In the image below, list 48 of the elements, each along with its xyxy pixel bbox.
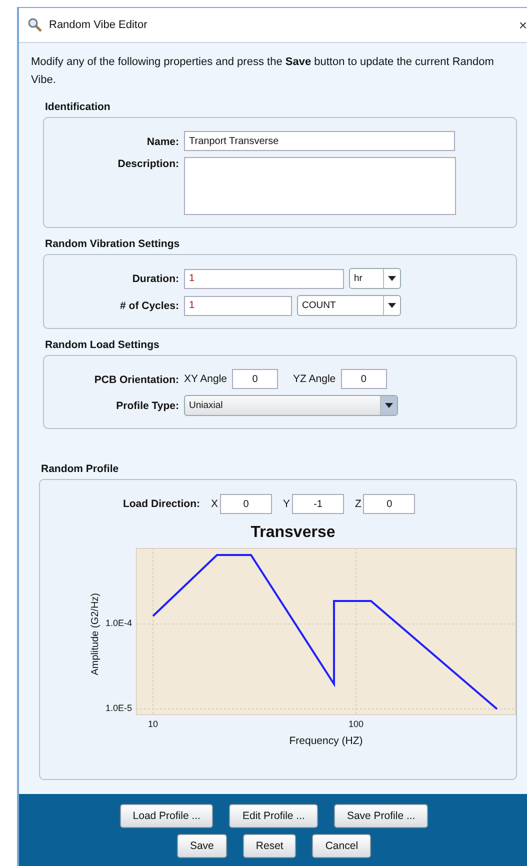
caret-icon [385,403,393,408]
unit-dropdown[interactable]: hr [349,268,401,289]
axis-label: Z [355,498,362,510]
profile-button[interactable]: Load Profile ... [120,804,214,828]
description-field[interactable] [184,157,456,215]
direction-field[interactable]: -1 [292,494,344,514]
profile-button[interactable]: Edit Profile ... [229,804,318,828]
direction-field[interactable]: 0 [220,494,272,514]
direction-field[interactable]: 0 [363,494,416,514]
angle-field[interactable]: 0 [232,369,278,389]
caret-icon [388,276,396,281]
dialog-button[interactable]: Reset [242,834,296,858]
axis-title: Amplitude (G2/Hz) [90,593,101,676]
field-label: Description: [116,157,179,170]
dialog-button[interactable]: Save [176,834,227,858]
section-title: Random Profile [41,463,120,475]
cycles-field[interactable]: 1 [184,296,292,316]
field-label: XY Angle [184,373,228,385]
tick-label: 1.0E-4 [105,618,132,628]
profile-type-dropdown[interactable]: Uniaxial [184,395,398,416]
field-label: # of Cycles: [119,299,179,312]
caret-icon [388,303,396,308]
field-label: PCB Orientation: [93,372,179,386]
instructions-text: Modify any of the following properties and press the Save button to update the current Random Vibe. [31,55,495,88]
field-label: Name: [146,134,179,148]
section-title: Identification [45,101,112,113]
window-title: Random Vibe Editor [49,19,148,31]
field-label: Load Direction: [122,498,200,510]
field-label: Profile Type: [115,399,179,412]
field-label: YZ Angle [293,373,336,385]
angle-field[interactable]: 0 [340,369,387,389]
dialog-button[interactable]: Cancel [312,834,372,858]
tick-label: 10 [146,719,159,729]
tick-label: 100 [347,719,365,729]
unit-dropdown[interactable]: COUNT [297,295,401,316]
section-title: Random Vibration Settings [45,238,181,250]
section-title: Random Load Settings [45,339,160,351]
chart-title: Transverse [250,524,336,542]
tick-label: 1.0E-5 [105,703,132,713]
axis-label: Y [283,498,290,510]
axis-label: X [211,498,218,510]
axis-title: Frequency (HZ) [288,735,364,747]
field-label: Duration: [131,272,179,285]
name-field[interactable]: Tranport Transverse [184,131,455,151]
close-button[interactable]: × [516,17,527,33]
duration-field[interactable]: 1 [184,268,344,288]
profile-button[interactable]: Save Profile ... [334,804,428,828]
magnifier-icon [27,17,43,33]
